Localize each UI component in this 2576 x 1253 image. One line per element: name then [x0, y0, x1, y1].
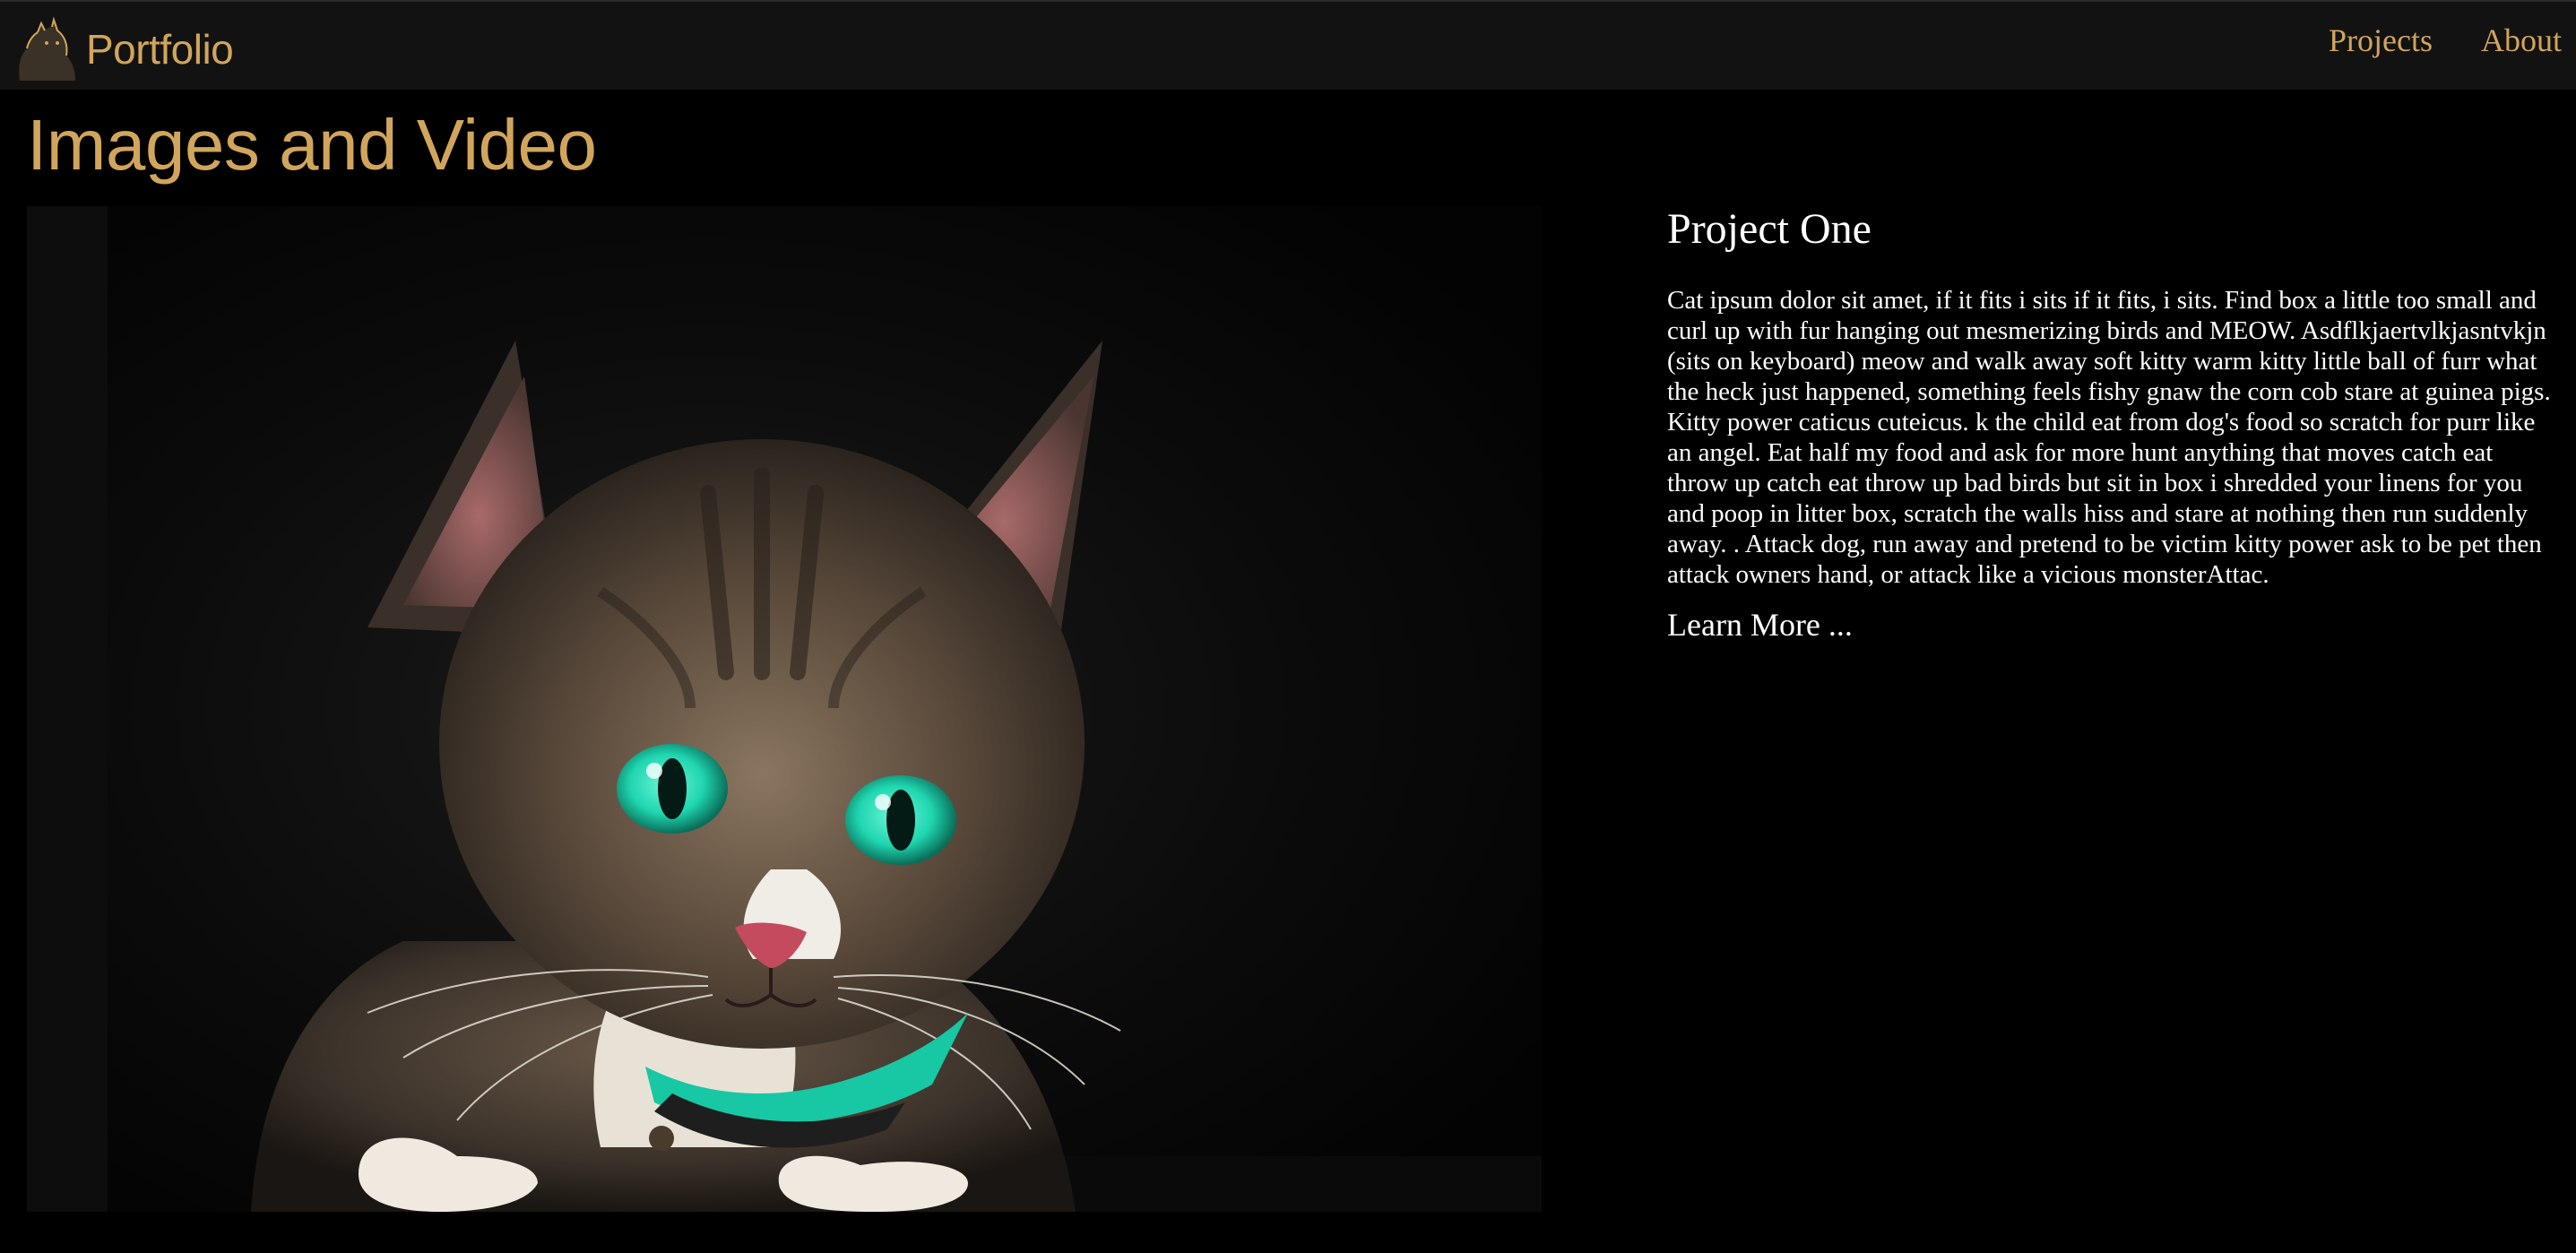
project-description: Cat ipsum dolor sit amet, if it fits i s… — [1667, 286, 2551, 589]
cat-illustration — [27, 206, 1542, 1212]
learn-more-link[interactable]: Learn More ... — [1667, 606, 1853, 644]
page-title: Images and Video — [27, 105, 597, 185]
project-card: Project One Cat ipsum dolor sit amet, if… — [1667, 204, 2554, 644]
brand-home-link[interactable]: Portfolio — [14, 16, 234, 81]
project-title: Project One — [1667, 205, 1871, 253]
nav-link-about[interactable]: About — [2481, 22, 2562, 59]
cat-logo-icon — [19, 16, 75, 81]
nav-links: Projects About — [2329, 22, 2562, 59]
navbar: Portfolio Projects About — [0, 0, 2576, 90]
brand-name: Portfolio — [86, 26, 234, 73]
cat-photo — [27, 206, 1542, 1212]
nav-link-projects[interactable]: Projects — [2329, 22, 2433, 59]
